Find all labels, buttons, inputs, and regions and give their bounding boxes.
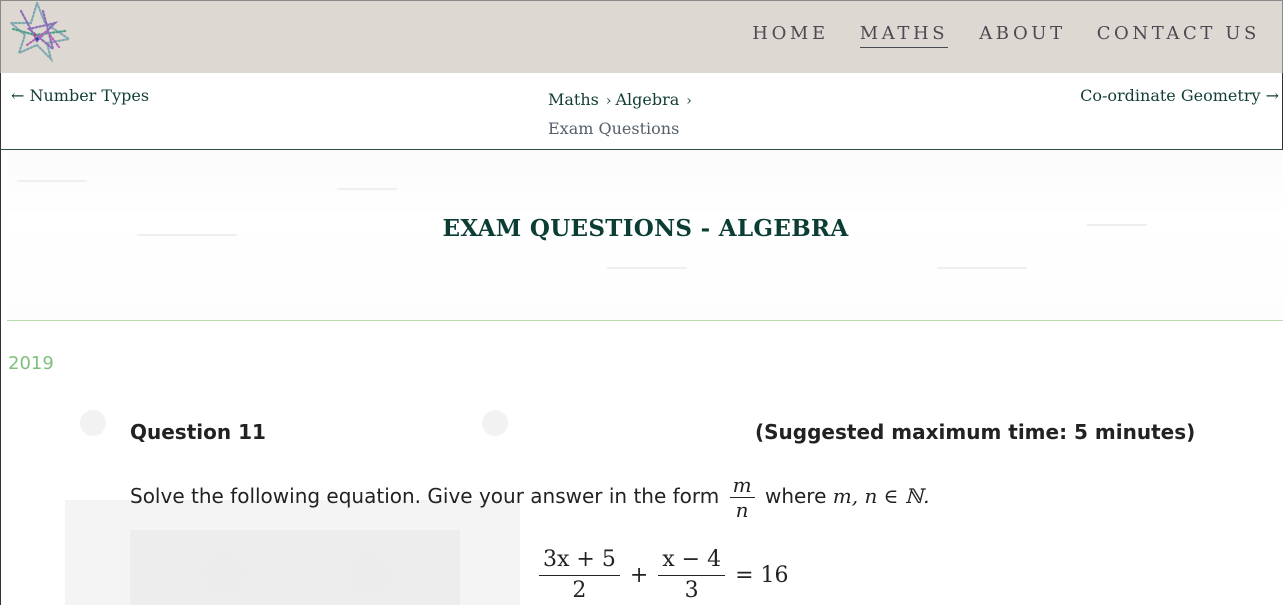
question-instruction: Solve the following equation. Give your … [130,484,720,508]
breadcrumb-maths[interactable]: Maths [548,90,599,109]
answer-form-fraction: m n [729,473,755,522]
site-logo[interactable] [7,1,72,63]
main-content: EXAM QUESTIONS - ALGEBRA 2019 Question 1… [0,150,1283,605]
background-photo-ghost [130,530,460,605]
fraction-denominator: n [735,498,749,522]
equation-denominator-2: 3 [684,578,699,603]
equation-fraction-2: x − 4 3 [658,545,726,605]
background-photo-ghost [345,550,393,598]
fraction-numerator: m [729,473,755,498]
breadcrumb-separator: › [686,93,692,109]
site-header: HOME MATHS ABOUT CONTACT US [0,0,1283,73]
question-heading: Question 11 [130,420,266,444]
nav-about[interactable]: ABOUT [979,23,1066,48]
breadcrumb: Maths › Algebra › Exam Questions [548,86,696,142]
equation: 3x + 5 2 + x − 4 3 = 16 [535,545,789,605]
equation-numerator-1: 3x + 5 [539,545,620,576]
hero-texture [937,267,1027,269]
background-photo-ghost [200,550,248,598]
equation-plus: + [629,563,649,588]
star-logo-icon [8,1,72,63]
question-variables: m, n ∈ ℕ. [832,484,930,508]
question-time: (Suggested maximum time: 5 minutes) [755,420,1196,444]
equation-fraction-1: 3x + 5 2 [539,545,620,605]
year-heading: 2019 [8,353,54,374]
nav-maths[interactable]: MATHS [859,23,949,48]
breadcrumb-current: Exam Questions [548,119,680,138]
background-photo-ghost [482,410,508,436]
breadcrumb-separator: › [605,93,612,109]
nav-home[interactable]: HOME [752,23,828,48]
question-text: Solve the following equation. Give your … [130,473,929,522]
page-title: EXAM QUESTIONS - ALGEBRA [442,215,849,242]
prev-page-link[interactable]: ← Number Types [11,86,149,105]
nav-contact-us[interactable]: CONTACT US [1097,23,1260,48]
equation-rhs: = 16 [735,563,789,588]
page-hero: EXAM QUESTIONS - ALGEBRA [7,150,1283,321]
breadcrumb-bar: ← Number Types Maths › Algebra › Exam Quest… [0,73,1283,150]
question-where: where [764,484,827,508]
background-photo-ghost [80,410,106,436]
hero-texture [337,188,397,190]
hero-texture [17,180,87,182]
equation-denominator-1: 2 [572,578,587,603]
equation-numerator-2: x − 4 [658,545,726,576]
exam-question-image: Question 11 (Suggested maximum time: 5 m… [65,405,1283,605]
hero-texture [607,267,687,269]
main-nav: HOME MATHS ABOUT CONTACT US [752,23,1260,48]
next-page-link[interactable]: Co-ordinate Geometry → [1080,86,1279,105]
breadcrumb-algebra[interactable]: Algebra [615,90,679,109]
